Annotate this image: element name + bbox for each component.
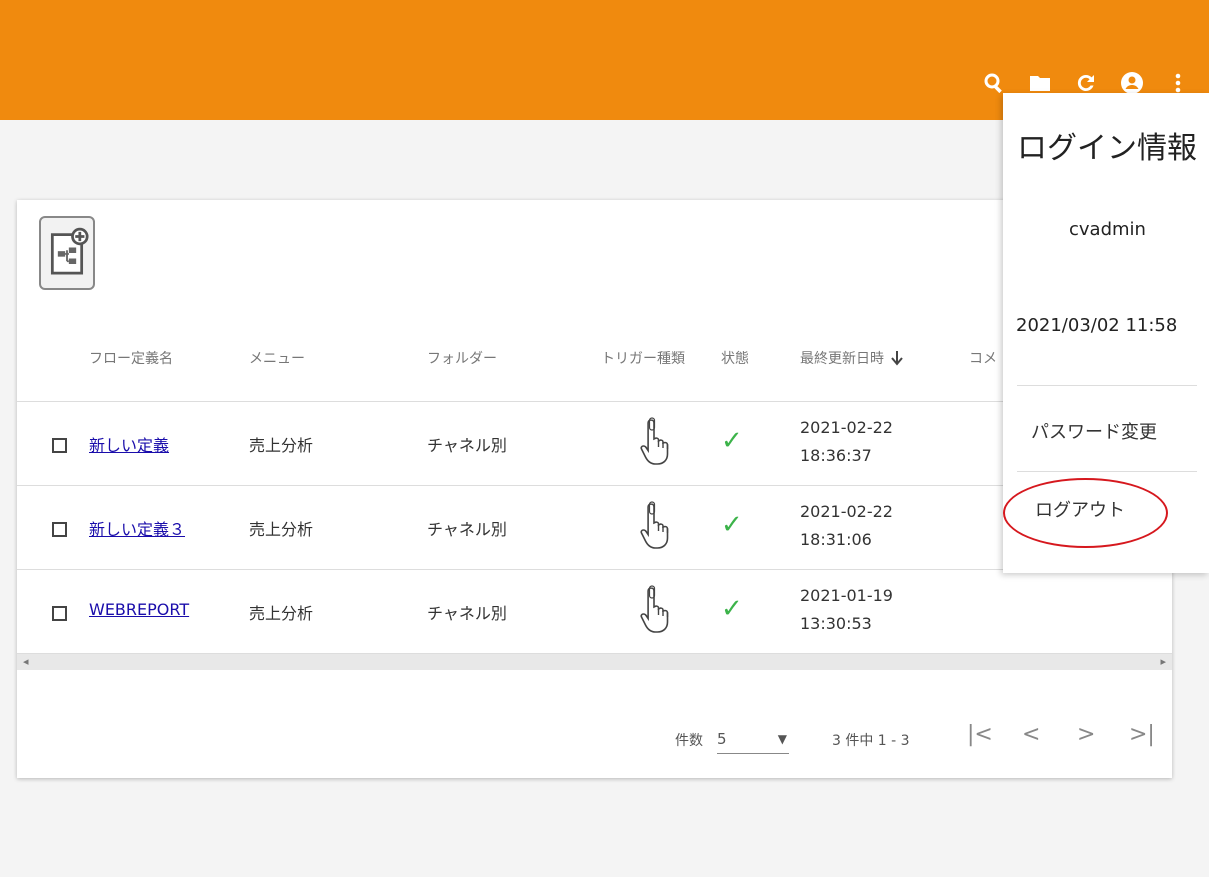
column-header-trigger-type[interactable]: トリガー種類	[601, 348, 685, 368]
column-header-flow-name[interactable]: フロー定義名	[89, 348, 173, 368]
page-range: 3 件中 1 - 3	[832, 733, 910, 749]
next-page-button[interactable]: >	[1077, 722, 1095, 747]
touch-icon	[637, 584, 673, 634]
menu-cell: 売上分析	[249, 436, 314, 455]
table-header: フロー定義名 メニュー フォルダー トリガー種類 状態 最終更新日時 コメ	[17, 320, 1172, 402]
column-header-status[interactable]: 状態	[721, 348, 749, 368]
menu-cell: 売上分析	[249, 520, 314, 539]
table-row[interactable]: 新しい定義 売上分析 チャネル別 ✓ 2021-02-22 18:36:37	[17, 402, 1172, 486]
column-header-menu[interactable]: メニュー	[249, 348, 305, 368]
prev-page-button[interactable]: <	[1022, 722, 1040, 747]
column-header-last-updated[interactable]: 最終更新日時	[800, 348, 904, 368]
menu-divider	[1017, 471, 1197, 472]
scroll-right-icon[interactable]: ▸	[1160, 654, 1166, 670]
new-flow-definition-button[interactable]	[39, 216, 95, 290]
flow-definition-card: フロー定義名 メニュー フォルダー トリガー種類 状態 最終更新日時 コメ 新し…	[17, 200, 1172, 778]
column-header-comment[interactable]: コメ	[969, 348, 997, 368]
arrow-down-icon	[891, 351, 903, 366]
status-ok-icon: ✓	[721, 426, 743, 456]
column-header-folder[interactable]: フォルダー	[427, 348, 497, 368]
table-row[interactable]: 新しい定義３ 売上分析 チャネル別 ✓ 2021-02-22 18:31:06	[17, 486, 1172, 570]
menu-divider	[1017, 385, 1197, 386]
last-updated-cell: 2021-02-22 18:36:37	[800, 418, 893, 465]
menu-title: ログイン情報	[1017, 131, 1197, 166]
status-ok-icon: ✓	[721, 510, 743, 540]
pagination: 件数 5 ▼ 3 件中 1 - 3 |< < > >|	[17, 720, 1172, 760]
status-ok-icon: ✓	[721, 594, 743, 624]
first-page-button[interactable]: |<	[967, 722, 993, 747]
folder-cell: チャネル別	[427, 604, 507, 623]
folder-cell: チャネル別	[427, 436, 507, 455]
username: cvadmin	[1069, 219, 1146, 240]
folder-cell: チャネル別	[427, 520, 507, 539]
login-info-menu: ログイン情報 cvadmin 2021/03/02 11:58 パスワード変更 …	[1003, 93, 1209, 573]
table-row[interactable]: WEBREPORT 売上分析 チャネル別 ✓ 2021-01-19 13:30:…	[17, 570, 1172, 654]
page-size-value: 5	[717, 730, 727, 748]
touch-icon	[637, 500, 673, 550]
caret-down-icon: ▼	[777, 732, 787, 746]
row-checkbox[interactable]	[52, 522, 67, 537]
horizontal-scrollbar[interactable]: ◂ ▸	[17, 654, 1172, 670]
row-checkbox[interactable]	[52, 606, 67, 621]
flow-name-link[interactable]: 新しい定義	[89, 432, 169, 456]
last-updated-cell: 2021-01-19 13:30:53	[800, 586, 893, 633]
row-checkbox[interactable]	[52, 438, 67, 453]
page-size-label: 件数	[675, 733, 703, 749]
scroll-left-icon[interactable]: ◂	[23, 654, 29, 670]
logout-highlight-circle	[1003, 478, 1168, 548]
flow-name-link[interactable]: 新しい定義３	[89, 516, 185, 540]
new-flow-icon	[50, 227, 89, 275]
flow-name-link[interactable]: WEBREPORT	[89, 600, 189, 619]
last-updated-cell: 2021-02-22 18:31:06	[800, 502, 893, 549]
login-timestamp: 2021/03/02 11:58	[1016, 315, 1178, 336]
last-page-button[interactable]: >|	[1129, 722, 1155, 747]
change-password-menu-item[interactable]: パスワード変更	[1031, 418, 1157, 444]
page-size-select[interactable]: 5 ▼	[717, 728, 789, 754]
menu-cell: 売上分析	[249, 604, 314, 623]
touch-icon	[637, 416, 673, 466]
